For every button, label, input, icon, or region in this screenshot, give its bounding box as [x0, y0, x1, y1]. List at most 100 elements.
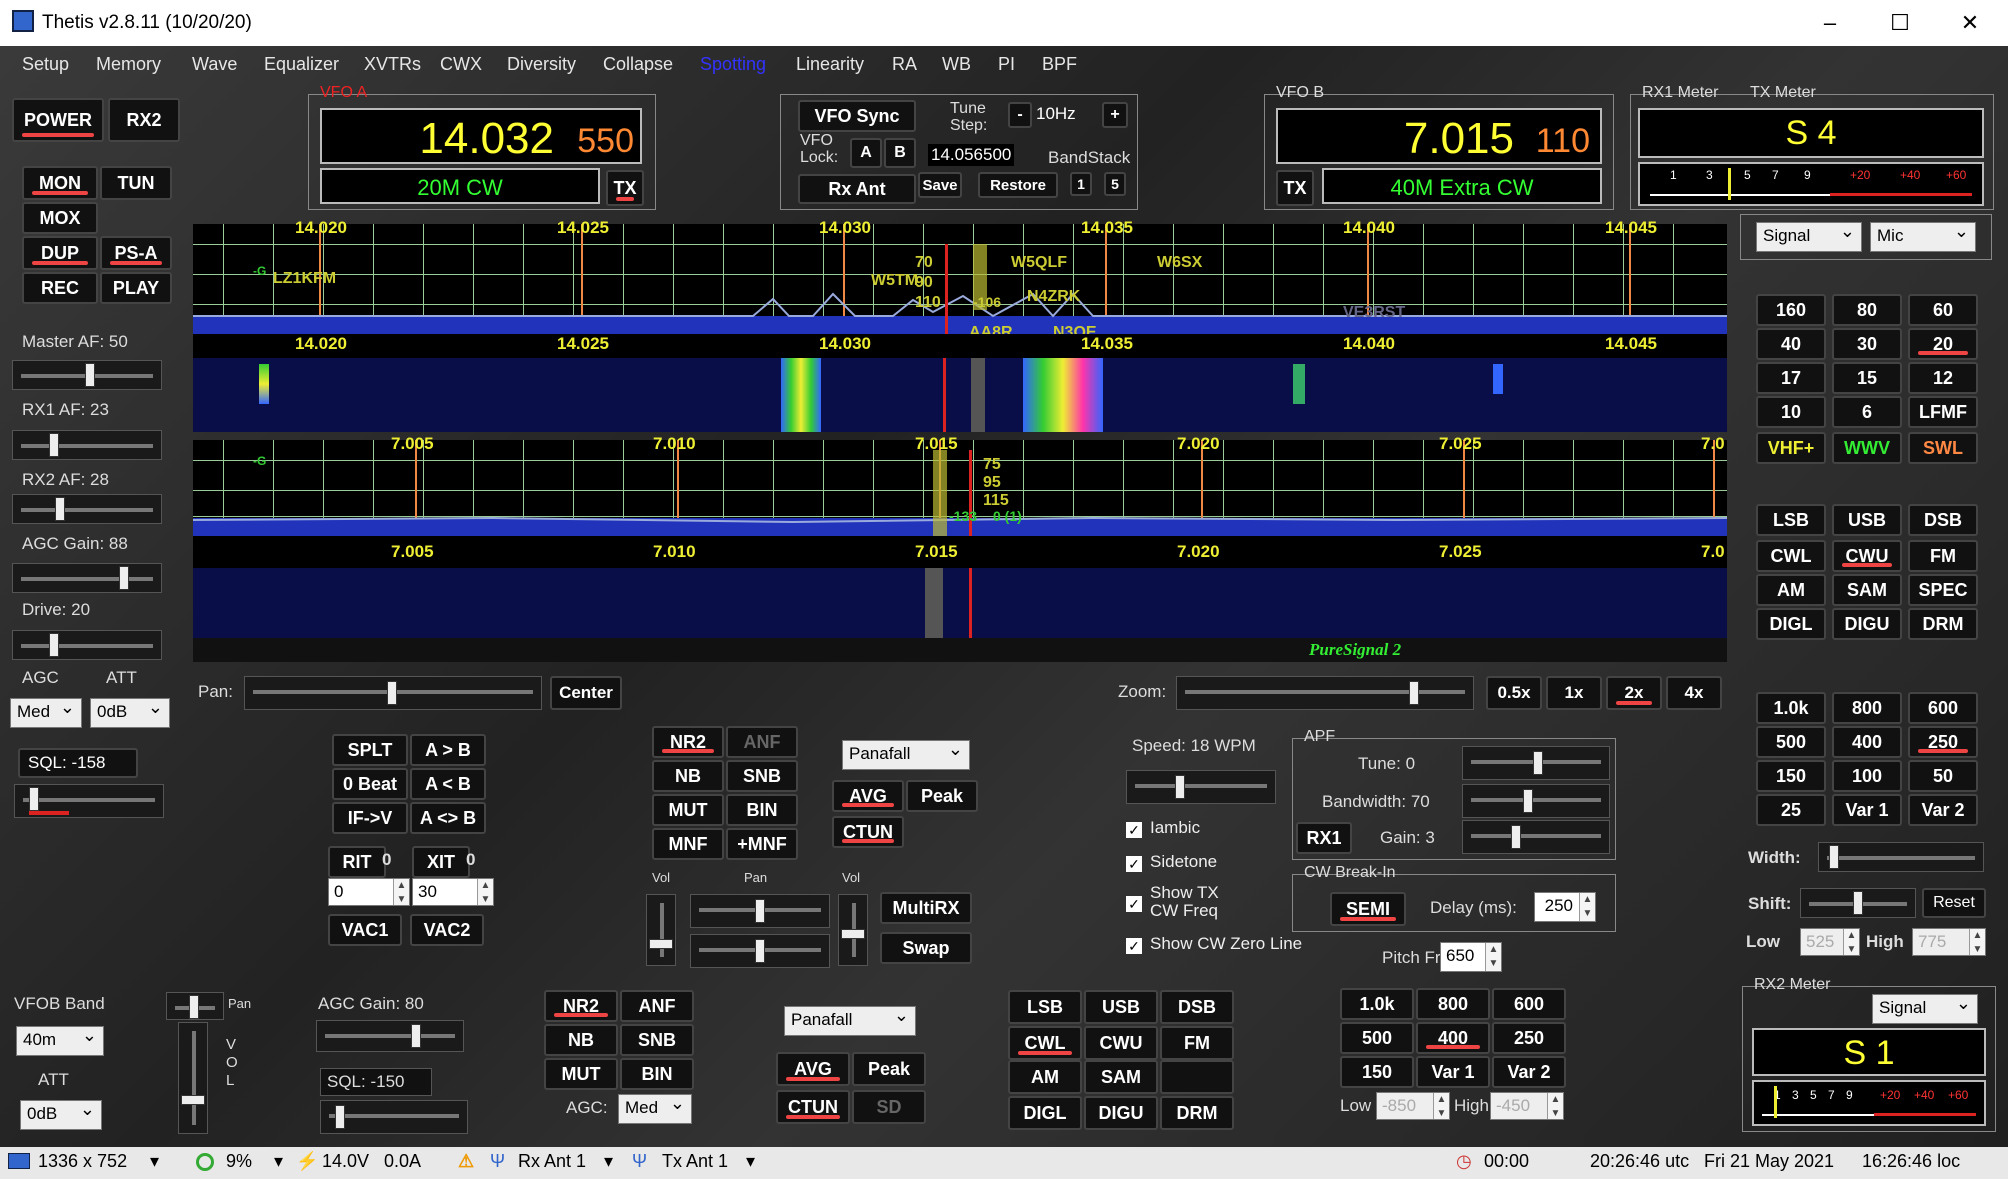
rx2-display-mode-select[interactable]: Panafall — [784, 1005, 916, 1036]
xit-input[interactable]: 30 ▲ ▼ — [412, 878, 494, 906]
rx1-mnf-button[interactable]: MNF — [652, 828, 724, 860]
b-to-a-button[interactable]: A < B — [410, 768, 486, 800]
band-40[interactable]: 40 — [1756, 328, 1826, 360]
spot-lz1kfm[interactable]: LZ1KFM — [273, 270, 336, 288]
rx2-filter-high-input[interactable]: -450 ▲ ▼ — [1490, 1092, 1564, 1120]
menu-collapse[interactable]: Collapse — [603, 54, 673, 75]
tx-meter-select[interactable]: Mic — [1870, 221, 1976, 252]
menu-wave[interactable]: Wave — [192, 54, 237, 75]
cw-speed-slider[interactable] — [1126, 770, 1276, 804]
spot-w6sx[interactable]: W6SX — [1157, 254, 1202, 272]
tune-step-minus[interactable]: - — [1008, 102, 1032, 128]
mode-usb[interactable]: USB — [1832, 504, 1902, 536]
sidetone-checkbox[interactable]: ✓ Sidetone — [1126, 852, 1217, 872]
filter-50[interactable]: 50 — [1908, 760, 1978, 792]
rx2-anf-button[interactable]: ANF — [620, 990, 694, 1022]
filter-var2[interactable]: Var 2 — [1908, 794, 1978, 826]
rx2-bin-button[interactable]: BIN — [620, 1058, 694, 1090]
filter-reset-button[interactable]: Reset — [1922, 888, 1986, 918]
band-20[interactable]: 20 — [1908, 328, 1978, 360]
rx2-filter-600[interactable]: 600 — [1492, 988, 1566, 1020]
band-17[interactable]: 17 — [1756, 362, 1826, 394]
band-6[interactable]: 6 — [1832, 396, 1902, 428]
rx1-bin-button[interactable]: BIN — [726, 794, 798, 826]
rx2-filter-400[interactable]: 400 — [1416, 1022, 1490, 1054]
show-tx-cw-freq-checkbox[interactable]: ✓ Show TX CW Freq — [1126, 884, 1219, 920]
rx1-nb-button[interactable]: NB — [652, 760, 724, 792]
rx1-plus-mnf-button[interactable]: +MNF — [726, 828, 798, 860]
rx2-panadapter[interactable]: 7.005 7.010 7.015 7.020 7.025 7.0 -G 75 … — [193, 434, 1727, 536]
band-wwv[interactable]: WWV — [1832, 432, 1902, 464]
apf-rx1-button[interactable]: RX1 — [1296, 822, 1352, 854]
apf-tune-slider[interactable] — [1462, 746, 1610, 780]
att-select[interactable]: 0dB — [90, 697, 170, 728]
spot-n4zrk[interactable]: N4ZRK — [1027, 288, 1080, 306]
zoom-2x-button[interactable]: 2x — [1606, 676, 1662, 710]
rx1-peak-button[interactable]: Peak — [906, 780, 978, 812]
semi-break-in-button[interactable]: SEMI — [1330, 892, 1406, 926]
split-button[interactable]: SPLT — [332, 734, 408, 766]
rx1-anf-button[interactable]: ANF — [726, 726, 798, 758]
rx2-button[interactable]: RX2 — [108, 98, 180, 142]
vfo-lock-b-button[interactable]: B — [884, 138, 916, 168]
master-af-slider[interactable] — [12, 360, 162, 390]
filter-100[interactable]: 100 — [1832, 760, 1902, 792]
rx2-peak-button[interactable]: Peak — [852, 1052, 926, 1086]
rx2-sql-button[interactable]: SQL: -150 — [320, 1068, 432, 1096]
zoom-1x-button[interactable]: 1x — [1546, 676, 1602, 710]
menu-pi[interactable]: PI — [998, 54, 1015, 75]
rx1-avg-button[interactable]: AVG — [832, 780, 904, 812]
agc-gain-slider[interactable] — [12, 563, 162, 593]
rx2-mode-am[interactable]: AM — [1008, 1060, 1082, 1094]
mode-fm[interactable]: FM — [1908, 540, 1978, 572]
filter-width-slider[interactable] — [1818, 842, 1984, 872]
pitch-freq-input[interactable]: 650 ▲ ▼ — [1440, 942, 1502, 972]
tun-button[interactable]: TUN — [100, 166, 172, 200]
filter-500[interactable]: 500 — [1756, 726, 1826, 758]
close-button[interactable]: ✕ — [1940, 4, 2000, 42]
multirx-pan-slider-1[interactable] — [690, 894, 830, 928]
filter-250[interactable]: 250 — [1908, 726, 1978, 758]
rx1-panadapter[interactable]: 14.020 14.025 14.030 14.035 14.040 14.04… — [193, 218, 1727, 341]
status-dropdown-icon-4[interactable]: ▾ — [746, 1151, 755, 1172]
rx2-vol-slider[interactable] — [178, 1022, 208, 1134]
rx2-agc-gain-slider[interactable] — [316, 1020, 464, 1052]
status-resolution[interactable]: 1336 x 752 — [38, 1151, 127, 1172]
rx2-filter-var1[interactable]: Var 1 — [1416, 1056, 1490, 1088]
rx2-ctun-button[interactable]: CTUN — [776, 1090, 850, 1124]
filter-var1[interactable]: Var 1 — [1832, 794, 1902, 826]
rit-button[interactable]: RIT — [328, 846, 386, 878]
mox-button[interactable]: MOX — [22, 202, 98, 234]
zoom-0-5x-button[interactable]: 0.5x — [1486, 676, 1542, 710]
mode-digu[interactable]: DIGU — [1832, 608, 1902, 640]
rx1-waterfall[interactable] — [193, 358, 1727, 432]
status-dropdown-icon-2[interactable]: ▾ — [274, 1151, 283, 1172]
power-button[interactable]: POWER — [12, 98, 104, 142]
filter-shift-slider[interactable] — [1800, 888, 1916, 918]
maximize-button[interactable]: ☐ — [1870, 4, 1930, 42]
rx2-mode-dsb[interactable]: DSB — [1160, 990, 1234, 1024]
apf-bandwidth-slider[interactable] — [1462, 784, 1610, 818]
pan-center-button[interactable]: Center — [550, 676, 622, 710]
rx1-nr2-button[interactable]: NR2 — [652, 726, 724, 758]
vac1-button[interactable]: VAC1 — [328, 914, 402, 946]
menu-memory[interactable]: Memory — [96, 54, 161, 75]
show-cw-zero-line-checkbox[interactable]: ✓ Show CW Zero Line — [1126, 934, 1302, 954]
menu-linearity[interactable]: Linearity — [796, 54, 864, 75]
bandstack-1-button[interactable]: 1 — [1070, 172, 1092, 196]
rx2-mode-fm[interactable]: FM — [1160, 1026, 1234, 1060]
rx2-sql-slider[interactable] — [320, 1100, 468, 1134]
rx2-mode-sam[interactable]: SAM — [1084, 1060, 1158, 1094]
rx2-sd-button[interactable]: SD — [852, 1090, 926, 1124]
a-swap-b-button[interactable]: A <> B — [410, 802, 486, 834]
band-12[interactable]: 12 — [1908, 362, 1978, 394]
rx1-ctun-button[interactable]: CTUN — [832, 816, 904, 848]
band-60[interactable]: 60 — [1908, 294, 1978, 326]
mode-digl[interactable]: DIGL — [1756, 608, 1826, 640]
menu-spotting[interactable]: Spotting — [700, 54, 766, 75]
rx2-mode-lsb[interactable]: LSB — [1008, 990, 1082, 1024]
band-160[interactable]: 160 — [1756, 294, 1826, 326]
rx1-snb-button[interactable]: SNB — [726, 760, 798, 792]
rx2-filter-low-input[interactable]: -850 ▲ ▼ — [1376, 1092, 1450, 1120]
sql-slider[interactable] — [14, 784, 164, 818]
